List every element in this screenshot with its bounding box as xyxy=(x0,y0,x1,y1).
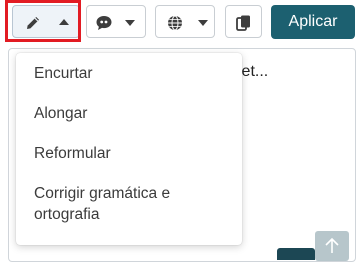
rewrite-dropdown-button[interactable] xyxy=(12,5,80,38)
menu-item-fix-grammar[interactable]: Corrigir gramática e ortografia xyxy=(34,183,194,225)
menu-item-shorten[interactable]: Encurtar xyxy=(34,63,234,84)
caret-down-icon xyxy=(125,20,135,26)
arrow-up-icon xyxy=(325,237,339,253)
rewrite-menu: Encurtar Alongar Reformular Corrigir gra… xyxy=(16,53,242,245)
apply-button[interactable]: Aplicar xyxy=(271,5,355,39)
tone-dropdown-button[interactable] xyxy=(86,5,146,38)
toolbar: Aplicar xyxy=(0,0,363,48)
editor-bottom-tab xyxy=(277,248,315,260)
caret-up-icon xyxy=(59,19,69,25)
copy-icon xyxy=(236,15,250,31)
editor-text: jet... xyxy=(238,63,269,80)
menu-item-rephrase[interactable]: Reformular xyxy=(34,143,234,164)
scroll-to-top-button[interactable] xyxy=(315,231,349,261)
menu-item-lengthen[interactable]: Alongar xyxy=(34,103,234,124)
globe-icon xyxy=(168,15,182,31)
translate-dropdown-button[interactable] xyxy=(155,5,215,38)
caret-down-icon xyxy=(198,20,208,26)
chat-quote-icon xyxy=(96,16,112,30)
pencil-icon xyxy=(27,17,39,29)
copy-button[interactable] xyxy=(225,5,262,38)
